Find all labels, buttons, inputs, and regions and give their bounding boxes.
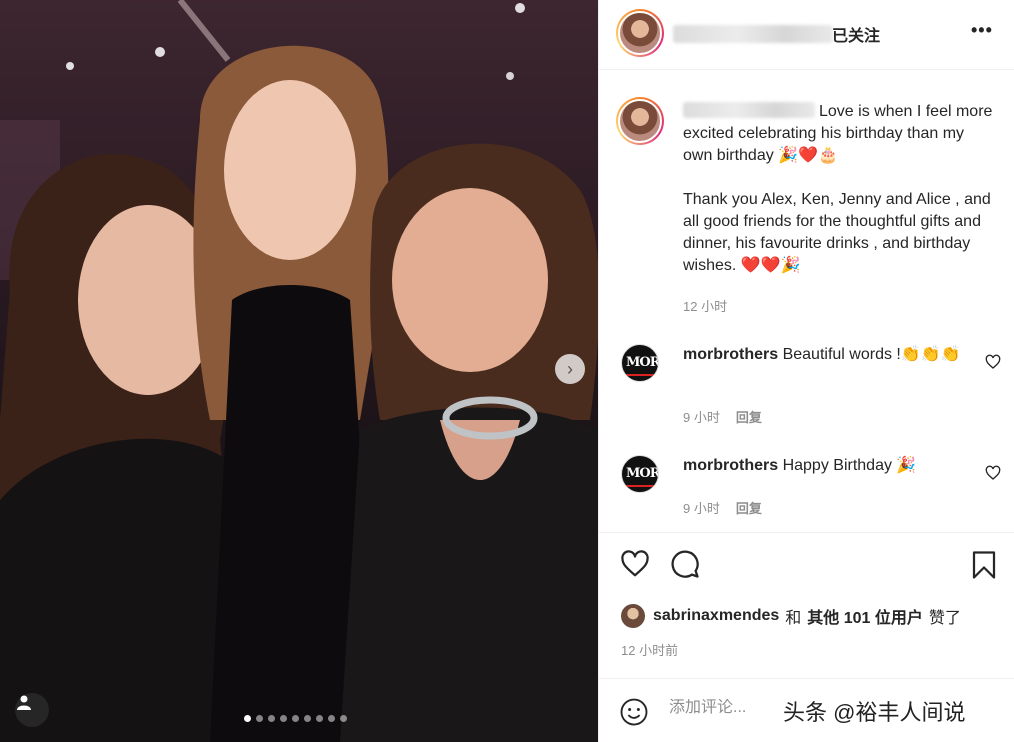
bookmark-icon [972,551,996,579]
comment-button[interactable] [669,549,701,584]
comment-time: 9 小时 [683,501,720,516]
side-panel: 已关注 ••• Love is when I feel more excited… [598,0,1014,742]
caption-time: 12 小时 [683,299,728,314]
heart-icon [621,550,649,577]
carousel-indicator [244,715,347,722]
carousel-dot[interactable] [328,715,335,722]
post-timestamp[interactable]: 12 小时前 [621,640,678,659]
liker-username[interactable]: sabrinaxmendes [653,607,779,625]
carousel-dot[interactable] [244,715,251,722]
like-button[interactable] [619,549,651,584]
liker-avatar[interactable] [621,604,645,628]
more-options-icon[interactable]: ••• [971,20,993,41]
emoji-icon [620,698,648,726]
comment-username[interactable]: morbrothers [683,346,778,363]
heart-icon [985,465,1001,480]
likes-others-link[interactable]: 其他 101 位用户 [807,604,923,628]
likes-connector: 和 [785,610,802,627]
user-tag-button[interactable] [15,693,49,727]
comment-text: Happy Birthday 🎉 [782,457,917,474]
carousel-dot[interactable] [340,715,347,722]
author-avatar[interactable] [616,9,664,57]
carousel-dot[interactable] [292,715,299,722]
emoji-button[interactable] [619,697,649,732]
comment-avatar[interactable]: MOR [621,455,659,493]
carousel-dot[interactable] [304,715,311,722]
comment-like-button[interactable] [985,354,1001,375]
comment-meta: 9 小时 回复 [683,407,762,426]
comment-time: 9 小时 [683,410,720,425]
comment-icon [671,550,699,578]
carousel-dot[interactable] [280,715,287,722]
comment-username[interactable]: morbrothers [683,457,778,474]
carousel-next-button[interactable]: › [555,354,585,384]
post-header: 已关注 ••• [599,0,1014,70]
caption-author-avatar[interactable] [616,97,664,145]
photo-illustration [0,0,598,742]
post-photo[interactable]: › [0,0,598,742]
heart-icon [985,354,1001,369]
comment-avatar[interactable]: MOR [621,344,659,382]
user-tag-icon [17,695,31,710]
post-caption: Love is when I feel more excited celebra… [683,101,993,277]
comment-like-button[interactable] [985,465,1001,486]
reply-button[interactable]: 回复 [736,501,762,516]
comment-body: morbrothers Happy Birthday 🎉 [683,455,973,477]
chevron-right-icon: › [567,358,573,379]
carousel-dot[interactable] [316,715,323,722]
comment-text: Beautiful words !👏👏👏 [782,346,961,363]
save-button[interactable] [969,549,999,586]
carousel-dot[interactable] [268,715,275,722]
comment-meta: 9 小时 回复 [683,498,762,517]
carousel-dot[interactable] [256,715,263,722]
caption-text-2: Thank you Alex, Ken, Jenny and Alice , a… [683,191,991,274]
comment-body: morbrothers Beautiful words !👏👏👏 [683,344,973,366]
caption-author-blurred[interactable] [683,102,815,118]
comment-composer: 头条 @裕丰人间说 [599,678,1014,742]
likes-summary: sabrinaxmendes 和 其他 101 位用户 赞了 [621,604,961,628]
watermark-text: 头条 @裕丰人间说 [783,700,966,725]
follow-status-button[interactable]: 已关注 [832,22,880,46]
action-bar [599,532,1014,594]
reply-button[interactable]: 回复 [736,410,762,425]
likes-suffix: 赞了 [928,610,961,627]
author-username-blurred[interactable] [673,25,833,43]
